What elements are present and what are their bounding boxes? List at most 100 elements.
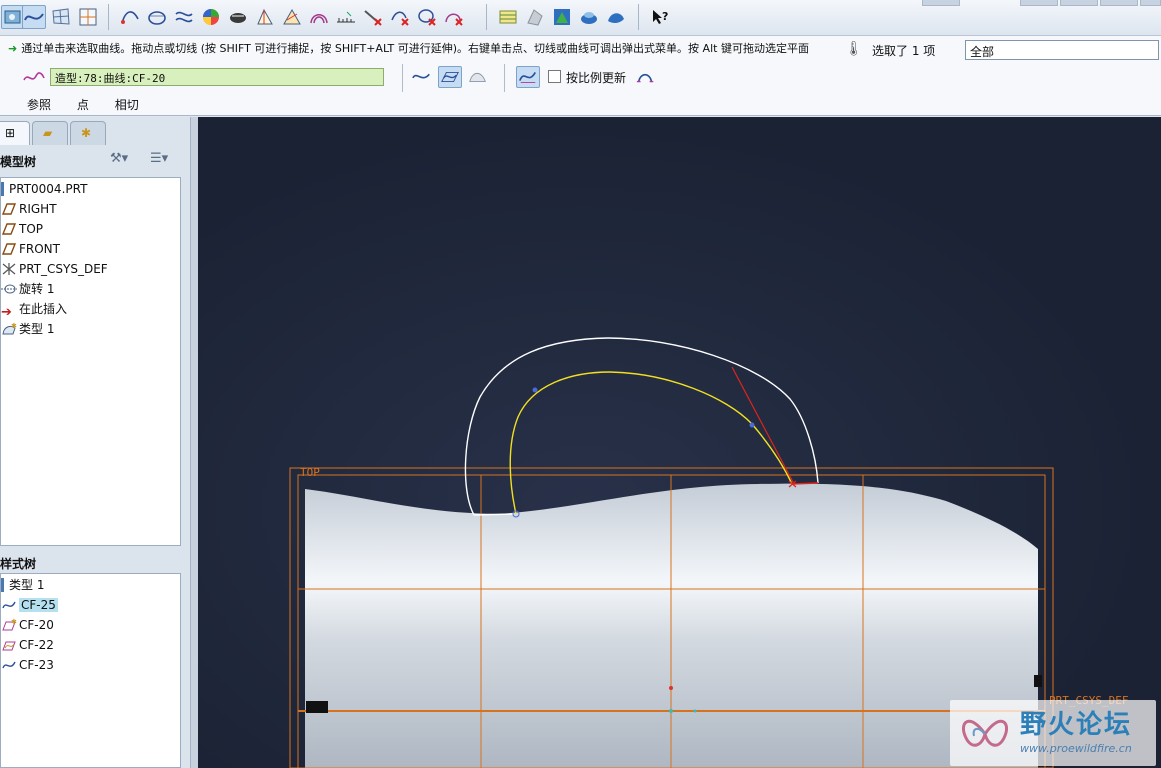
- planar-curve-icon: ✱: [1, 618, 17, 632]
- curve-edit-dashboard: ➜ 通过单击来选取曲线。拖动点或切线 (按 SHIFT 可进行捕捉，按 SHIFT…: [0, 36, 1161, 116]
- axis-marker: [306, 701, 328, 713]
- slope-analysis-icon[interactable]: [604, 5, 628, 29]
- main-toolbar: ?: [0, 0, 1161, 36]
- trim-surface-icon[interactable]: [253, 5, 277, 29]
- connect-surface-icon[interactable]: [280, 5, 304, 29]
- curve-icon: [1, 598, 17, 612]
- curve-tool-icon[interactable]: [118, 5, 142, 29]
- model-view[interactable]: TOP PRT_CSYS_DEF: [198, 117, 1161, 768]
- datum-top-label: TOP: [300, 466, 320, 479]
- arc-tool-icon[interactable]: [172, 5, 196, 29]
- star-icon: ✱: [81, 126, 92, 140]
- cos-curve-button[interactable]: [466, 66, 490, 88]
- curvature-display-button[interactable]: [516, 66, 540, 88]
- tree-item-part[interactable]: PRT0004.PRT: [1, 180, 87, 198]
- window-tab-stub[interactable]: [1060, 0, 1098, 6]
- control-point[interactable]: [749, 422, 755, 428]
- folder-tab[interactable]: ▰: [32, 121, 68, 145]
- tab-references[interactable]: 参照: [27, 98, 51, 112]
- part-icon: [1, 182, 7, 196]
- style-feature-icon: ✱: [1, 322, 17, 336]
- favorites-tab[interactable]: ✱: [70, 121, 106, 145]
- svg-text:✱: ✱: [11, 618, 17, 626]
- boundary-surface-icon[interactable]: [49, 5, 73, 29]
- proportional-update-checkbox[interactable]: [548, 70, 561, 83]
- style-tree-item[interactable]: CF-22: [1, 636, 54, 654]
- tree-item-right[interactable]: RIGHT: [1, 200, 57, 218]
- window-tab-stub[interactable]: [922, 0, 960, 6]
- style-tree-item[interactable]: CF-25: [1, 596, 58, 614]
- dashboard-tabs: 参照 点 相切: [27, 96, 161, 113]
- style-tree-item[interactable]: ✱ CF-20: [1, 616, 54, 634]
- style-tree-item[interactable]: CF-23: [1, 656, 54, 674]
- coordinate-system-icon: [1, 262, 17, 276]
- window-tab-stub[interactable]: [1140, 0, 1161, 6]
- selection-filter[interactable]: 全部: [965, 40, 1159, 60]
- navigator-tabs: ⊞ ▰ ✱: [0, 121, 198, 145]
- free-curve-button[interactable]: [410, 66, 434, 88]
- reflection-icon[interactable]: [496, 5, 520, 29]
- tangent-line: [731, 366, 795, 485]
- svg-text:?: ?: [662, 10, 668, 23]
- show-icon[interactable]: ☰▾: [150, 151, 168, 166]
- control-point[interactable]: [532, 387, 538, 393]
- green-arrow-icon: ➜: [8, 42, 18, 55]
- graphics-window[interactable]: TOP PRT_CSYS_DEF: [198, 117, 1161, 768]
- model-tree-title: 模型树: [0, 155, 37, 169]
- tree-item-csys[interactable]: PRT_CSYS_DEF: [1, 260, 108, 278]
- message-area: ➜ 通过单击来选取曲线。拖动点或切线 (按 SHIFT 可进行捕捉，按 SHIFT…: [8, 40, 828, 56]
- curve-name-field[interactable]: 造型:78:曲线:CF-20: [50, 68, 384, 86]
- axis-marker: [1034, 675, 1042, 687]
- watermark-url: www.proewildfire.cn: [1020, 742, 1132, 755]
- delete-circle-icon[interactable]: [415, 5, 439, 29]
- delete-analysis-icon[interactable]: [361, 5, 385, 29]
- style-tree-title: 样式树: [0, 557, 37, 571]
- svg-text:✱: ✱: [11, 322, 17, 330]
- what-is-this-icon[interactable]: ?: [648, 5, 672, 29]
- window-tab-stub[interactable]: [1020, 0, 1058, 6]
- panel-splitter[interactable]: [190, 117, 198, 768]
- datum-plane-icon: [1, 222, 17, 236]
- origin-point: [669, 686, 673, 690]
- delete-offset-icon[interactable]: [442, 5, 466, 29]
- prompt-message: 通过单击来选取曲线。拖动点或切线 (按 SHIFT 可进行捕捉，按 SHIFT+…: [21, 42, 809, 55]
- tree-item-top[interactable]: TOP: [1, 220, 43, 238]
- tree-item-revolve[interactable]: 旋转 1: [1, 280, 54, 298]
- folder-icon: ▰: [43, 126, 53, 140]
- tree-item-style[interactable]: ✱ 类型 1: [1, 320, 54, 338]
- datum-grid-icon[interactable]: [76, 5, 100, 29]
- selection-status: 选取了 1 项: [872, 44, 936, 58]
- delete-curve-icon[interactable]: [388, 5, 412, 29]
- forum-watermark: 野火论坛 www.proewildfire.cn: [950, 700, 1156, 766]
- curve-options-button[interactable]: [634, 66, 658, 88]
- circle-tool-icon[interactable]: [145, 5, 169, 29]
- wave-curve-icon: [23, 72, 45, 81]
- origin-point: [669, 709, 673, 713]
- origin-point: [693, 709, 697, 713]
- tree-item-front[interactable]: FRONT: [1, 240, 60, 258]
- curve-edit-icon[interactable]: [22, 5, 46, 29]
- style-feature-icon: [1, 578, 7, 592]
- model-tree-tab[interactable]: ⊞: [0, 121, 30, 145]
- butterfly-logo-icon: [961, 719, 1009, 747]
- style-tree: 类型 1 CF-25 ✱ CF-20 CF-22 CF-23: [0, 573, 181, 768]
- settings-icon[interactable]: ⚒▾: [110, 151, 128, 166]
- thermometer-icon: 🌡: [845, 41, 863, 57]
- window-tab-stub[interactable]: [1100, 0, 1138, 6]
- planar-curve-button[interactable]: [438, 66, 462, 88]
- tab-points[interactable]: 点: [77, 98, 89, 112]
- model-tree-header: 模型树 ⚒▾ ☰▾: [0, 149, 190, 173]
- revolve-icon: [1, 282, 17, 296]
- shading-icon[interactable]: [523, 5, 547, 29]
- tree-icon: ⊞: [5, 126, 16, 140]
- tree-item-insert-here[interactable]: ➔ 在此插入: [1, 300, 67, 320]
- surface-edit-icon[interactable]: [226, 5, 250, 29]
- curve-icon: [1, 658, 17, 672]
- draft-analysis-icon[interactable]: [550, 5, 574, 29]
- offset-curve-icon[interactable]: [307, 5, 331, 29]
- section-analysis-icon[interactable]: [577, 5, 601, 29]
- style-tree-item[interactable]: 类型 1: [1, 576, 44, 594]
- tab-tangency[interactable]: 相切: [115, 98, 139, 112]
- measure-icon[interactable]: [334, 5, 358, 29]
- curvature-analysis-icon[interactable]: [199, 5, 223, 29]
